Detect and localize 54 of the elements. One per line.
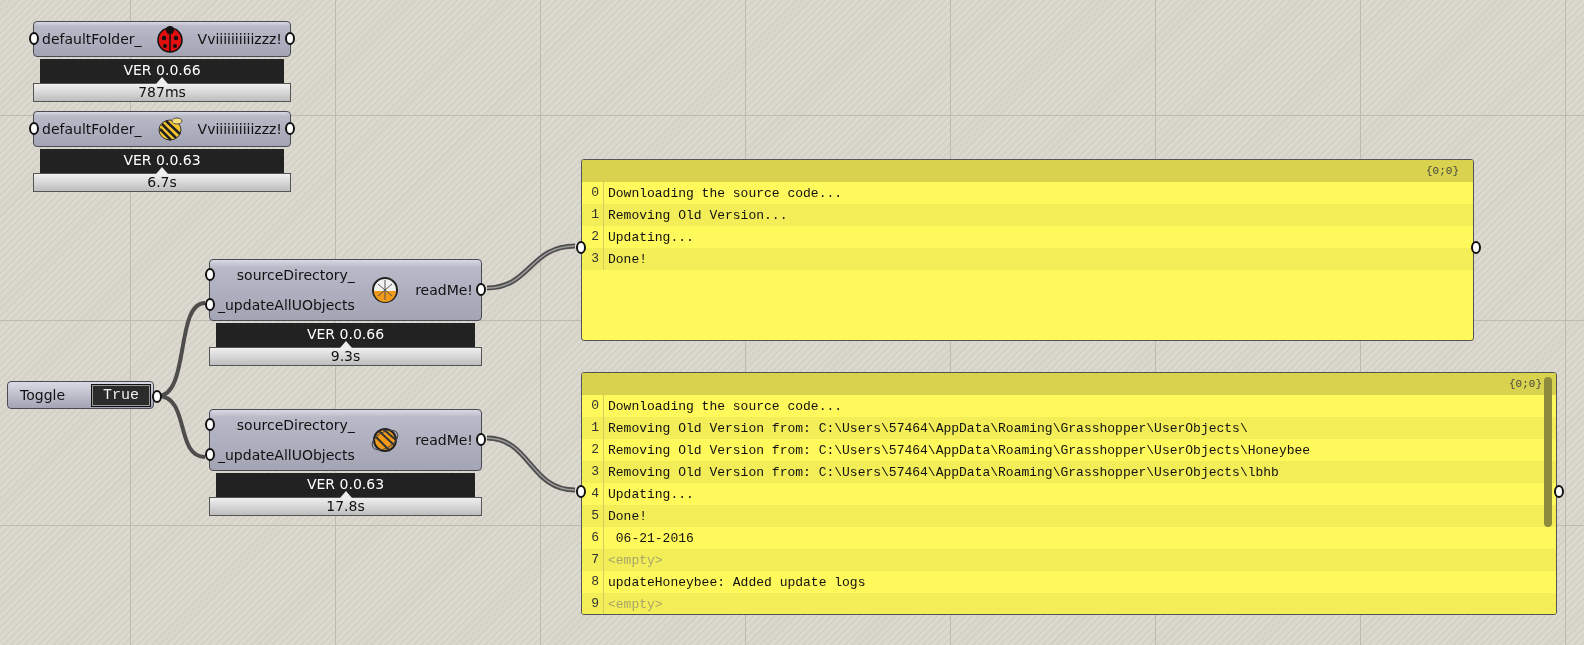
input-port[interactable]: [205, 268, 215, 281]
version-label: VER 0.0.63: [216, 473, 475, 499]
panel-text: Removing Old Version...: [607, 207, 788, 223]
input-label: defaultFolder_: [42, 30, 142, 49]
panel-text: 06-21-2016: [614, 530, 694, 546]
input-label: _updateAllUObjects: [218, 446, 355, 465]
panel-text: Removing Old Version from: C:\Users\57464\AppData\Roaming\Grasshopper\UserObjects\lbhb: [607, 464, 1279, 480]
boolean-toggle[interactable]: Toggle True: [7, 381, 154, 409]
panel-text: Done!: [607, 508, 647, 524]
panel-text: Removing Old Version from: C:\Users\57464\AppData\Roaming\Grasshopper\UserObjects\Honeybee: [607, 442, 1311, 458]
input-label: _updateAllUObjects: [218, 296, 355, 315]
scrollbar[interactable]: [1544, 377, 1552, 527]
panel-text: Updating...: [607, 229, 694, 245]
row-index: 9: [582, 593, 604, 614]
input-label: sourceDirectory_: [236, 266, 355, 285]
output-port[interactable]: [476, 433, 486, 446]
output-label: readMe!: [415, 281, 473, 300]
output-label: Vviiiiiiiiiizzz!: [197, 30, 282, 49]
input-port[interactable]: [29, 32, 39, 45]
panel-text: Updating...: [607, 486, 694, 502]
panel-text: Removing Old Version from: C:\Users\57464\AppData\Roaming\Grasshopper\UserObjects\: [607, 420, 1248, 436]
update-icon: [370, 425, 400, 455]
output-port[interactable]: [152, 390, 162, 403]
input-port[interactable]: [576, 485, 586, 498]
empty-value: <empty>: [607, 596, 663, 612]
input-label: defaultFolder_: [42, 120, 142, 139]
data-path: {0;0}: [1426, 165, 1459, 177]
update-icon: [371, 276, 399, 304]
input-port[interactable]: [205, 448, 215, 461]
input-label: sourceDirectory_: [236, 416, 355, 435]
input-port[interactable]: [29, 122, 39, 135]
version-label: VER 0.0.66: [40, 59, 284, 85]
output-port[interactable]: [1554, 485, 1564, 498]
panel-text: updateHoneybee: Added update logs: [607, 574, 866, 590]
version-label: VER 0.0.66: [216, 323, 475, 349]
output-port[interactable]: [1471, 241, 1481, 254]
output-port[interactable]: [285, 32, 295, 45]
toggle-label: Toggle: [20, 387, 65, 403]
input-port[interactable]: [205, 418, 215, 431]
version-label: VER 0.0.63: [40, 149, 284, 175]
output-label: readMe!: [415, 431, 473, 450]
output-port[interactable]: [476, 283, 486, 296]
panel-text: Done!: [607, 251, 647, 267]
bee-icon: [155, 115, 184, 143]
toggle-value[interactable]: True: [92, 384, 150, 406]
empty-value: <empty>: [607, 552, 663, 568]
data-path: {0;0}: [1509, 378, 1542, 390]
panel-text: Downloading the source code...: [607, 185, 843, 201]
output-port[interactable]: [285, 122, 295, 135]
input-port[interactable]: [205, 298, 215, 311]
panel-text: Downloading the source code...: [607, 398, 843, 414]
ladybug-icon: [155, 25, 184, 53]
input-port[interactable]: [576, 241, 586, 254]
output-label: Vviiiiiiiiiizzz!: [197, 120, 282, 139]
